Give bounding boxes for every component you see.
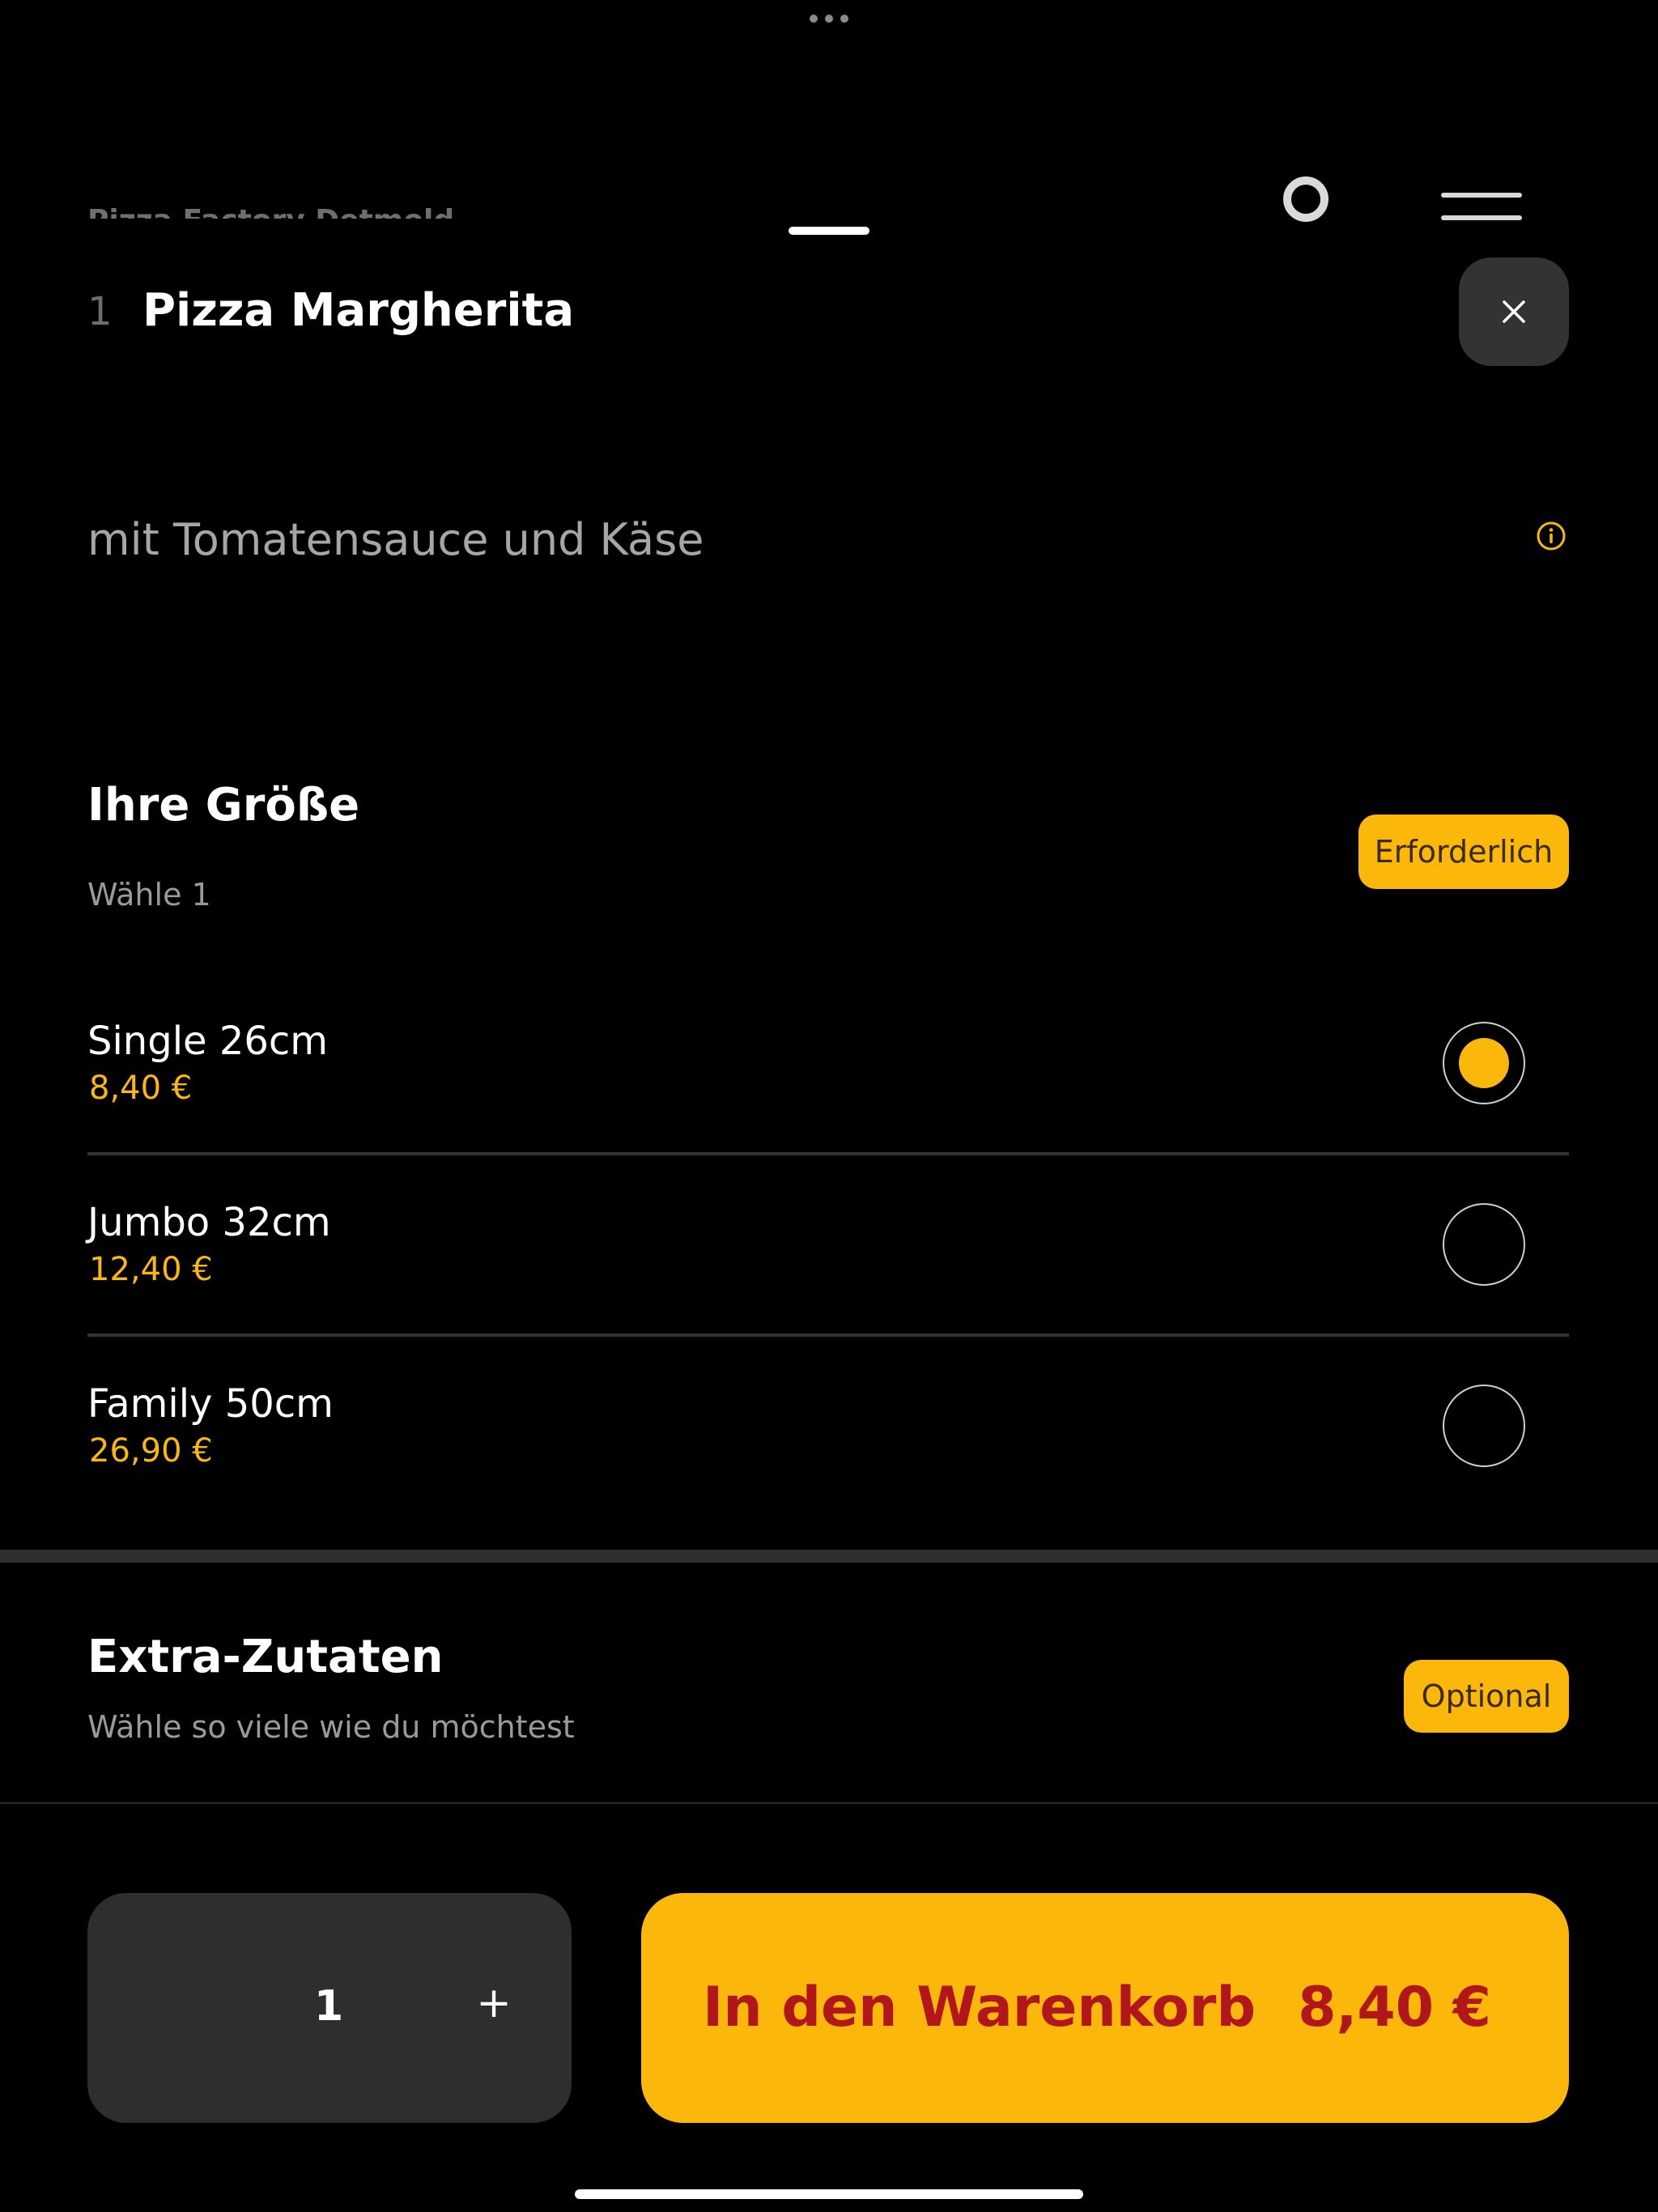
background-status-ring-icon: [1283, 177, 1329, 222]
option-price: 12,40 €: [89, 1251, 213, 1288]
quantity-value: 1: [314, 1982, 344, 2031]
footer-divider: [0, 1802, 1658, 1804]
quantity-stepper: 1 +: [87, 1893, 572, 2123]
option-name: Jumbo 32cm: [87, 1200, 331, 1245]
size-option-jumbo[interactable]: Jumbo 32cm 12,40 €: [87, 1153, 1569, 1334]
size-section-subtitle: Wähle 1: [87, 877, 211, 912]
size-radio-family[interactable]: [1443, 1385, 1525, 1467]
item-title: Pizza Margherita: [142, 284, 575, 337]
multitasking-dots[interactable]: [810, 15, 848, 24]
size-section-title: Ihre Größe: [87, 779, 360, 832]
info-icon[interactable]: [1535, 520, 1567, 552]
option-price: 26,90 €: [89, 1432, 213, 1470]
option-name: Single 26cm: [87, 1019, 329, 1064]
extras-section-subtitle: Wähle so viele wie du möchtest: [87, 1709, 575, 1745]
sheet-grabber[interactable]: [789, 227, 869, 235]
background-menu-icon: [1441, 193, 1522, 220]
size-radio-single[interactable]: [1443, 1022, 1525, 1104]
size-option-single[interactable]: Single 26cm 8,40 €: [87, 972, 1569, 1153]
radio-selected-dot: [1459, 1038, 1509, 1088]
add-to-cart-label: In den Warenkorb: [703, 1976, 1256, 2040]
size-radio-jumbo[interactable]: [1443, 1203, 1525, 1286]
plus-icon[interactable]: +: [468, 1977, 520, 2029]
required-badge: Erforderlich: [1358, 815, 1569, 889]
add-to-cart-price: 8,40 €: [1298, 1976, 1491, 2040]
size-option-family[interactable]: Family 50cm 26,90 €: [87, 1334, 1569, 1516]
home-indicator[interactable]: [575, 2189, 1083, 2199]
item-number: 1: [87, 289, 113, 334]
section-divider: [0, 1550, 1658, 1563]
add-to-cart-button[interactable]: In den Warenkorb 8,40 €: [641, 1893, 1569, 2123]
background-restaurant-name: Pizza Factory Detmold: [87, 202, 573, 219]
optional-badge: Optional: [1404, 1660, 1569, 1733]
option-name: Family 50cm: [87, 1381, 334, 1427]
close-button[interactable]: [1459, 257, 1569, 366]
option-price: 8,40 €: [89, 1070, 193, 1107]
close-icon: [1503, 300, 1525, 323]
item-description: mit Tomatensauce und Käse: [87, 514, 704, 565]
extras-section-title: Extra-Zutaten: [87, 1631, 444, 1683]
